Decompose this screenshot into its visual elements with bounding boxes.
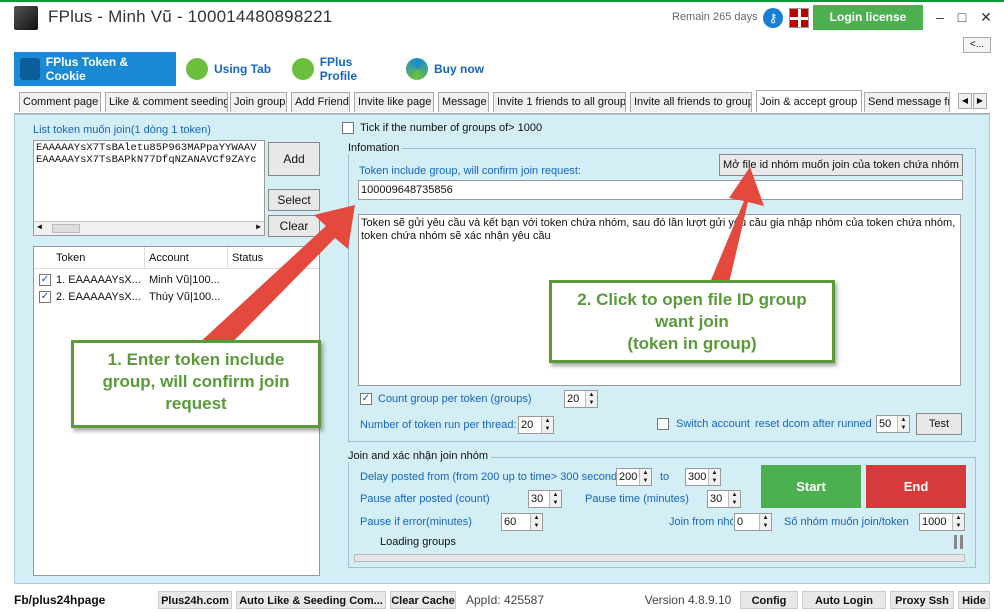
callout-line: 2. Click to open file ID group xyxy=(577,290,807,309)
hide-button[interactable]: Hide xyxy=(958,591,990,609)
arrow-1 xyxy=(197,205,355,361)
status-bar: Fb/plus24hpage Plus24h.com Auto Like & S… xyxy=(0,588,1004,612)
proxy-ssh-button[interactable]: Proxy Ssh xyxy=(890,591,954,609)
appid-label: AppId: 425587 xyxy=(465,593,545,607)
annotation-arrows xyxy=(197,167,764,361)
callout-line: (token in group) xyxy=(627,334,757,353)
callout-open-file: 2. Click to open file ID group want join… xyxy=(549,280,835,363)
version-label: Version 4.8.9.10 xyxy=(644,593,732,607)
auto-login-button[interactable]: Auto Login xyxy=(802,591,886,609)
callout-line: 1. Enter token include xyxy=(107,350,285,369)
callout-line: want join xyxy=(655,312,729,331)
arrow-2 xyxy=(711,167,764,283)
fb-link[interactable]: Fb/plus24hpage xyxy=(14,591,124,609)
callout-line: group, will confirm join xyxy=(102,372,290,391)
auto-like-link[interactable]: Auto Like & Seeding Com... xyxy=(236,591,386,609)
plus24h-link[interactable]: Plus24h.com xyxy=(158,591,232,609)
clear-cache-button[interactable]: Clear Cache xyxy=(390,591,456,609)
callout-line: request xyxy=(165,394,227,413)
config-button[interactable]: Config xyxy=(740,591,798,609)
callout-enter-token: 1. Enter token include group, will confi… xyxy=(71,340,321,428)
